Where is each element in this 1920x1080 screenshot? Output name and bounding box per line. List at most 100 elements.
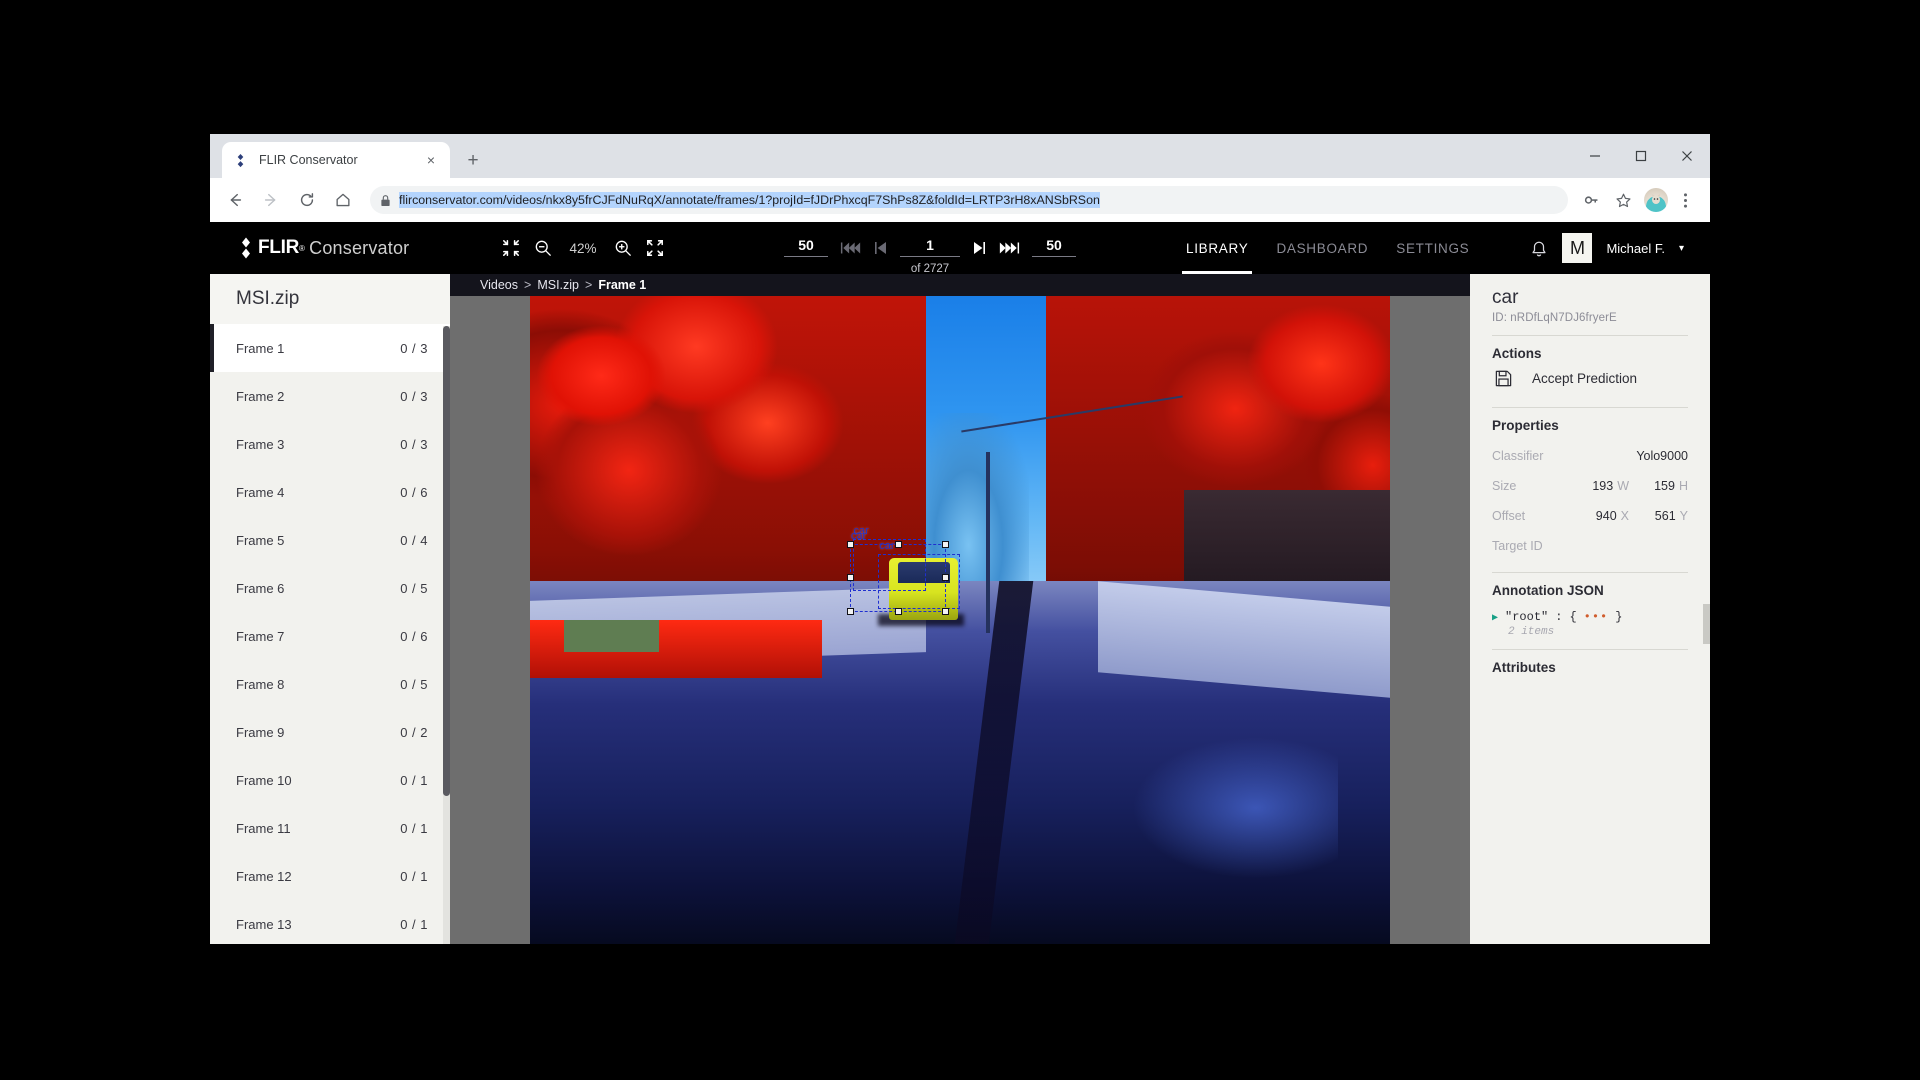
size-height[interactable]: 159 H bbox=[1629, 479, 1688, 493]
next-frame-icon[interactable] bbox=[972, 237, 986, 259]
accept-prediction-button[interactable]: Accept Prediction bbox=[1492, 369, 1688, 388]
frame-count: 0 / 1 bbox=[400, 916, 428, 932]
chevron-right-icon[interactable]: ▶ bbox=[1492, 612, 1498, 624]
property-row-offset: Offset 940 X 561 Y bbox=[1492, 501, 1688, 531]
breadcrumb-folder[interactable]: MSI.zip bbox=[537, 278, 579, 292]
json-close-brace: } bbox=[1615, 609, 1623, 624]
step-back-input[interactable]: 50 bbox=[784, 237, 828, 257]
bell-icon[interactable] bbox=[1530, 239, 1548, 258]
address-bar[interactable]: flirconservator.com/videos/nkx8y5frCJFdN… bbox=[370, 186, 1568, 214]
web-page: FLIR ® Conservator 42% 50 1 50 of 2727 L… bbox=[210, 222, 1710, 944]
resize-handle-e[interactable] bbox=[942, 574, 950, 582]
property-key: Classifier bbox=[1492, 448, 1544, 463]
profile-avatar[interactable] bbox=[1644, 188, 1668, 212]
star-icon[interactable] bbox=[1608, 185, 1638, 215]
tab-library[interactable]: LIBRARY bbox=[1172, 222, 1262, 274]
three-dot-menu-icon[interactable] bbox=[1670, 185, 1700, 215]
reload-icon[interactable] bbox=[292, 185, 322, 215]
infrared-frame-image[interactable]: car car car bbox=[530, 296, 1390, 944]
minimize-icon[interactable] bbox=[1572, 140, 1618, 172]
resize-handle-se[interactable] bbox=[942, 608, 950, 616]
avatar[interactable]: M bbox=[1562, 233, 1593, 263]
list-item[interactable]: Frame 7 0 / 6 bbox=[210, 612, 450, 660]
tab-settings[interactable]: SETTINGS bbox=[1382, 222, 1483, 274]
fit-to-view-icon[interactable] bbox=[502, 239, 520, 257]
json-open-brace: { bbox=[1569, 609, 1577, 624]
offset-x[interactable]: 940 X bbox=[1570, 509, 1629, 523]
browser-toolbar: flirconservator.com/videos/nkx8y5frCJFdN… bbox=[210, 178, 1710, 222]
properties-heading: Properties bbox=[1492, 417, 1559, 433]
json-root-node[interactable]: ▶ "root" : { ••• } bbox=[1492, 610, 1688, 624]
current-frame-input[interactable]: 1 bbox=[900, 237, 960, 257]
property-key: Size bbox=[1492, 478, 1517, 493]
frame-name: Frame 6 bbox=[236, 580, 285, 596]
list-item[interactable]: Frame 9 0 / 2 bbox=[210, 708, 450, 756]
brand-logo[interactable]: FLIR ® Conservator bbox=[210, 237, 409, 259]
json-item-count: 2 items bbox=[1508, 625, 1555, 638]
list-item[interactable]: Frame 1 0 / 3 bbox=[210, 324, 450, 372]
list-item[interactable]: Frame 10 0 / 1 bbox=[210, 756, 450, 804]
tab-dashboard[interactable]: DASHBOARD bbox=[1262, 222, 1382, 274]
close-window-icon[interactable] bbox=[1664, 140, 1710, 172]
zoom-level: 42% bbox=[569, 240, 597, 256]
property-value: 561 bbox=[1654, 508, 1676, 523]
panel-scrollbar-thumb[interactable] bbox=[1703, 604, 1710, 644]
skip-to-start-icon[interactable] bbox=[840, 237, 862, 259]
offset-y[interactable]: 561 Y bbox=[1629, 509, 1688, 523]
frame-count: 0 / 3 bbox=[400, 436, 428, 452]
new-tab-button[interactable]: + bbox=[458, 145, 488, 175]
sidebar-scrollbar-thumb[interactable] bbox=[443, 326, 450, 796]
json-key: "root" bbox=[1505, 609, 1549, 624]
step-forward-input[interactable]: 50 bbox=[1032, 237, 1076, 257]
browser-tab[interactable]: FLIR Conservator × bbox=[222, 142, 450, 178]
list-item[interactable]: Frame 8 0 / 5 bbox=[210, 660, 450, 708]
flir-diamond-icon bbox=[236, 237, 256, 259]
list-item[interactable]: Frame 5 0 / 4 bbox=[210, 516, 450, 564]
previous-frame-icon[interactable] bbox=[874, 237, 888, 259]
resize-handle-nw[interactable] bbox=[846, 540, 854, 548]
property-row-target-id: Target ID bbox=[1492, 531, 1688, 561]
resize-handle-sw[interactable] bbox=[846, 608, 854, 616]
property-value: 193 bbox=[1592, 478, 1614, 493]
forward-icon[interactable] bbox=[256, 185, 286, 215]
back-icon[interactable] bbox=[220, 185, 250, 215]
size-width[interactable]: 193 W bbox=[1570, 479, 1629, 493]
resize-handle-ne[interactable] bbox=[942, 540, 950, 548]
zoom-out-icon[interactable] bbox=[534, 239, 552, 257]
list-item[interactable]: Frame 12 0 / 1 bbox=[210, 852, 450, 900]
chevron-down-icon[interactable]: ▾ bbox=[1679, 243, 1684, 254]
frame-list[interactable]: Frame 1 0 / 3 Frame 2 0 / 3 Frame 3 0 / … bbox=[210, 324, 450, 944]
skip-to-end-icon[interactable] bbox=[998, 237, 1020, 259]
user-name[interactable]: Michael F. bbox=[1606, 241, 1665, 256]
list-item[interactable]: Frame 6 0 / 5 bbox=[210, 564, 450, 612]
property-unit: H bbox=[1678, 478, 1688, 493]
breadcrumb-current: Frame 1 bbox=[598, 278, 647, 292]
frame-name: Frame 10 bbox=[236, 772, 292, 788]
property-key: Target ID bbox=[1492, 538, 1543, 553]
zoom-in-icon[interactable] bbox=[614, 239, 632, 257]
resize-handle-n[interactable] bbox=[894, 540, 902, 548]
list-item[interactable]: Frame 2 0 / 3 bbox=[210, 372, 450, 420]
annotation-box-selected[interactable]: car bbox=[846, 530, 950, 616]
resize-handle-w[interactable] bbox=[846, 574, 854, 582]
list-item[interactable]: Frame 13 0 / 1 bbox=[210, 900, 450, 944]
flir-diamond-icon bbox=[232, 152, 249, 169]
close-icon[interactable]: × bbox=[422, 151, 440, 169]
sidebar: MSI.zip Frame 1 0 / 3 Frame 2 0 / 3 Fram… bbox=[210, 274, 450, 944]
canvas-area[interactable]: car car car bbox=[450, 296, 1470, 944]
property-unit: W bbox=[1617, 478, 1629, 493]
list-item[interactable]: Frame 4 0 / 6 bbox=[210, 468, 450, 516]
list-item[interactable]: Frame 3 0 / 3 bbox=[210, 420, 450, 468]
key-icon[interactable] bbox=[1576, 185, 1606, 215]
divider bbox=[1492, 648, 1688, 650]
breadcrumb-separator: > bbox=[585, 278, 593, 292]
resize-handle-s[interactable] bbox=[894, 608, 902, 616]
breadcrumb-root[interactable]: Videos bbox=[480, 278, 518, 292]
frame-name: Frame 13 bbox=[236, 916, 292, 932]
home-icon[interactable] bbox=[328, 185, 358, 215]
fullscreen-icon[interactable] bbox=[646, 239, 664, 257]
window-controls bbox=[1572, 134, 1710, 178]
frame-count: 0 / 1 bbox=[400, 868, 428, 884]
maximize-icon[interactable] bbox=[1618, 140, 1664, 172]
list-item[interactable]: Frame 11 0 / 1 bbox=[210, 804, 450, 852]
